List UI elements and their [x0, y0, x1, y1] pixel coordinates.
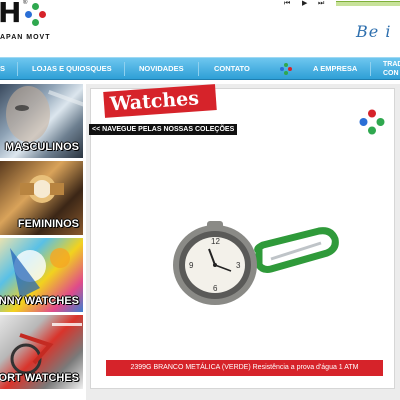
- product-panel: Watches << NAVEGUE PELAS NOSSAS COLEÇÕES: [89, 84, 395, 389]
- logo-dots-icon: [25, 3, 47, 27]
- header: H ® APAN MOVT ⏮ ▶ ⏭ Be i: [0, 0, 400, 56]
- nav-item-partial[interactable]: S: [0, 58, 5, 80]
- player-progress-bar[interactable]: [336, 1, 400, 6]
- svg-text:6: 6: [213, 284, 218, 293]
- product-image[interactable]: 12 3 6 9: [151, 219, 351, 319]
- category-sidebar: MASCULINOS FEMININOS UNNY WATCHES: [0, 84, 83, 400]
- play-icon[interactable]: ▶: [302, 0, 307, 8]
- sidebar-item-femininos[interactable]: FEMININOS: [0, 161, 83, 235]
- back-to-collections-link[interactable]: << NAVEGUE PELAS NOSSAS COLEÇÕES: [89, 124, 238, 135]
- previous-icon[interactable]: ⏮: [284, 0, 290, 8]
- sidebar-item-sport-watches[interactable]: PORT WATCHES: [0, 315, 83, 389]
- nav-item-lojas[interactable]: LOJAS E QUIOSQUES: [32, 58, 112, 80]
- sidebar-item-masculinos[interactable]: MASCULINOS: [0, 84, 83, 158]
- svg-text:9: 9: [189, 261, 194, 270]
- nav-item-trad[interactable]: TRAD CON: [383, 60, 400, 78]
- sidebar-label: MASCULINOS: [5, 141, 79, 153]
- next-icon[interactable]: ⏭: [318, 0, 324, 8]
- nav-trad-line2: CON: [383, 70, 399, 77]
- brand-logo[interactable]: H ®: [0, 0, 50, 32]
- nav-divider: [370, 62, 371, 76]
- svg-text:12: 12: [211, 237, 220, 246]
- sidebar-item-funny-watches[interactable]: UNNY WATCHES: [0, 238, 83, 312]
- nav-item-a-empresa[interactable]: A EMPRESA: [313, 58, 357, 80]
- sidebar-label: UNNY WATCHES: [0, 295, 79, 307]
- brand-subtitle: APAN MOVT: [0, 34, 51, 41]
- nav-trad-line1: TRAD: [383, 61, 400, 68]
- main-content: Watches << NAVEGUE PELAS NOSSAS COLEÇÕES: [86, 84, 400, 400]
- nav-divider: [17, 62, 18, 76]
- nav-item-contato[interactable]: CONTATO: [214, 58, 250, 80]
- nav-divider: [198, 62, 199, 76]
- svg-text:3: 3: [236, 261, 241, 270]
- sidebar-label: FEMININOS: [17, 218, 79, 230]
- music-player: ⏮ ▶ ⏭: [284, 0, 400, 8]
- logo-dots-icon: [280, 63, 292, 75]
- product-caption: 2399G BRANCO METÁLICA (VERDE) Resistênci…: [106, 360, 383, 376]
- sidebar-label: PORT WATCHES: [0, 372, 79, 384]
- logo-letter: H: [0, 0, 21, 29]
- nav-item-novidades[interactable]: NOVIDADES: [139, 58, 184, 80]
- main-nav: S LOJAS E QUIOSQUES NOVIDADES CONTATO A …: [0, 57, 400, 80]
- page: H ® APAN MOVT ⏮ ▶ ⏭ Be i S LOJAS E QUIOS…: [0, 0, 400, 400]
- slogan: Be i: [356, 22, 392, 41]
- banner-title: Watches: [109, 87, 200, 116]
- nav-divider: [124, 62, 125, 76]
- brand-dots-icon: [359, 109, 385, 135]
- watches-banner: Watches: [103, 84, 217, 118]
